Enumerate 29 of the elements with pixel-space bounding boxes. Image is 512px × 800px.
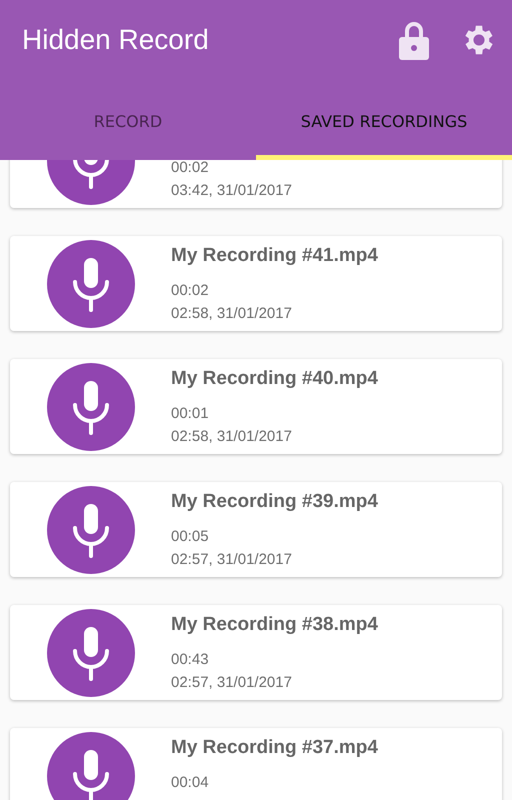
recording-title: My Recording #39.mp4 — [171, 491, 378, 514]
recording-date: 02:57, 31/01/2017 — [171, 551, 293, 568]
recording-title: My Recording #37.mp4 — [171, 737, 378, 760]
recording-date: 02:57, 31/01/2017 — [171, 674, 293, 691]
microphone-icon — [47, 609, 135, 697]
recording-duration: 00:04 — [171, 774, 210, 791]
microphone-icon — [47, 732, 135, 800]
recording-card[interactable]: My Recording #41.mp4 00:02 02:58, 31/01/2017 — [10, 236, 502, 331]
recording-card[interactable]: My Recording #40.mp4 00:01 02:58, 31/01/2017 — [10, 359, 502, 454]
recording-date: 02:58, 31/01/2017 — [171, 305, 293, 322]
lock-icon[interactable] — [398, 20, 430, 60]
app-title: Hidden Record — [22, 24, 210, 56]
recording-duration: 00:43 — [171, 651, 210, 668]
recording-title: My Recording #38.mp4 — [171, 614, 378, 637]
microphone-icon — [47, 486, 135, 574]
recording-duration: 00:02 — [171, 282, 210, 299]
recording-card[interactable]: My Recording #38.mp4 00:43 02:57, 31/01/2017 — [10, 605, 502, 700]
recording-title: My Recording #40.mp4 — [171, 368, 378, 391]
microphone-icon — [47, 363, 135, 451]
recording-duration: 00:05 — [171, 528, 210, 545]
recording-date: 03:42, 31/01/2017 — [171, 182, 292, 199]
recording-duration: 00:01 — [171, 405, 210, 422]
recording-duration: 00:02 — [171, 160, 210, 176]
recording-card[interactable]: 00:02 03:42, 31/01/2017 — [10, 160, 502, 208]
recording-date: 02:58, 31/01/2017 — [171, 428, 293, 445]
recording-card[interactable]: My Recording #39.mp4 00:05 02:57, 31/01/2017 — [10, 482, 502, 577]
recording-card[interactable]: My Recording #37.mp4 00:04 — [10, 728, 502, 800]
microphone-icon — [47, 240, 135, 328]
recording-title: My Recording #41.mp4 — [171, 245, 378, 268]
